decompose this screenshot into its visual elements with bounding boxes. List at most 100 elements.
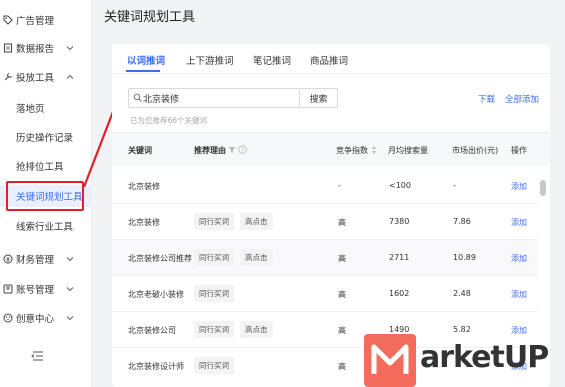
sidebar: 广告管理 数据报告 投放工具 落地页 历史操作记录 抢排位工具 关键词规划工具 … [0,0,92,387]
sidebar-item-label: 抢排位工具 [16,162,64,173]
add-keyword-button[interactable]: 添加 [511,217,527,228]
keyword-cell: 北京老破小装修 [128,290,184,299]
monthly-search-cell: <100 [389,181,411,190]
sidebar-item-history[interactable]: 历史操作记录 [0,126,92,148]
tab-upstream-downstream[interactable]: 上下游推词 [186,53,234,67]
keyword-cell: 北京装修 [128,218,160,227]
competition-cell: 高 [338,290,346,299]
highlight-box [6,181,84,211]
reason-tag: 高点击 [240,321,273,338]
add-keyword-button[interactable]: 添加 [511,253,527,264]
table-row: 北京装修 同行买词 高点击 高 7380 7.86 添加 [112,204,538,240]
sidebar-item-label: 账号管理 [16,285,55,296]
tag-icon [3,15,13,25]
account-icon [3,284,13,294]
monthly-search-cell: 1490 [389,325,410,334]
reason-tag: 同行买词 [194,213,234,230]
active-tab-indicator [126,70,160,72]
sidebar-item-creative[interactable]: 创意中心 [0,307,92,329]
keyword-cell: 北京装修公司 [128,326,176,335]
sidebar-item-label: 投放工具 [16,73,55,84]
reason-tag: 同行买词 [194,357,234,374]
tab-products[interactable]: 商品推词 [310,53,348,67]
creative-icon [3,313,13,323]
table-header: 关键词 推荐理由 ? 竞争指数 月均搜索量 市场出价(元) 操作 [112,132,550,166]
sidebar-item-label: 历史操作记录 [16,133,74,144]
chevron-up-icon [66,73,74,81]
sidebar-item-label: 数据报告 [16,44,55,55]
filter-icon[interactable] [228,146,236,154]
collapse-menu-icon[interactable] [30,350,44,362]
report-icon [3,43,13,53]
header-competition: 竞争指数 [336,146,368,155]
sidebar-item-rank-tool[interactable]: 抢排位工具 [0,155,92,177]
sidebar-item-label: 广告管理 [16,16,55,27]
sidebar-item-delivery-tools[interactable]: 投放工具 [0,66,92,88]
search-input[interactable] [143,90,293,106]
competition-cell: - [338,181,341,190]
table-row: 北京装修公司推荐 同行买词 高点击 高 2711 10.89 添加 [112,240,538,276]
recommend-count-hint: 已为您推荐66个关键词 [130,116,208,125]
market-bid-cell: 7.86 [453,217,471,226]
market-bid-cell: 2.48 [453,289,471,298]
help-icon[interactable]: ? [238,145,247,154]
sidebar-item-label: 创意中心 [16,314,55,325]
sidebar-item-label: 线索行业工具 [16,222,74,233]
tab-notes[interactable]: 笔记推词 [253,53,291,67]
sidebar-item-lead-industry-tool[interactable]: 线索行业工具 [0,215,92,237]
reason-tag: 同行买词 [194,249,234,266]
search-button[interactable]: 搜索 [300,88,338,108]
page-title: 关键词规划工具 [104,10,196,25]
sidebar-item-data-report[interactable]: 数据报告 [0,37,92,59]
reason-tag: 高点击 [240,213,273,230]
brand-logo-icon [364,334,416,387]
scroll-thumb[interactable] [540,180,546,196]
competition-cell: 高 [338,254,346,263]
chevron-down-icon [66,44,74,52]
watermark: arketUP [364,334,565,387]
table-row: 北京老破小装修 同行买词 高 1602 2.48 添加 [112,276,538,312]
add-all-link[interactable]: 全部添加 [505,93,539,105]
svg-text:?: ? [241,147,244,154]
keyword-cell: 北京装修设计师 [128,362,184,371]
sidebar-item-ad-management[interactable]: 广告管理 [0,9,92,31]
watermark-text: arketUP [420,340,549,375]
competition-cell: 高 [338,362,346,371]
header-reason: 推荐理由 [194,146,226,155]
chevron-down-icon [66,285,74,293]
monthly-search-cell: 1602 [389,289,410,298]
sidebar-item-label: 财务管理 [16,255,55,266]
finance-icon [3,254,13,264]
header-operation: 操作 [511,146,527,155]
reason-tag: 同行买词 [194,321,234,338]
sort-icon[interactable] [371,145,377,155]
download-link[interactable]: 下载 [478,93,495,105]
header-keyword: 关键词 [128,146,152,155]
table-row: 北京装修 - <100 - 添加 [112,168,538,204]
search-field[interactable] [128,88,300,108]
competition-cell: 高 [338,218,346,227]
keyword-cell: 北京装修 [128,182,160,191]
market-bid-cell: 5.82 [453,325,471,334]
reason-tag: 同行买词 [194,285,234,302]
tabs-divider [112,73,550,74]
chevron-down-icon [66,314,74,322]
monthly-search-cell: 7380 [389,217,410,226]
add-keyword-button[interactable]: 添加 [511,181,527,192]
search-icon [133,93,143,103]
competition-cell: 高 [338,326,346,335]
sidebar-item-label: 落地页 [16,104,45,115]
reason-tag: 高点击 [240,249,273,266]
keyword-cell: 北京装修公司推荐 [128,254,192,263]
header-market-bid: 市场出价(元) [452,146,499,155]
chevron-down-icon [66,255,74,263]
add-keyword-button[interactable]: 添加 [511,289,527,300]
tab-word-to-word[interactable]: 以词推词 [127,53,165,67]
market-bid-cell: - [453,181,456,190]
monthly-search-cell: 2711 [389,253,410,262]
sidebar-item-finance[interactable]: 财务管理 [0,248,92,270]
sidebar-item-account[interactable]: 账号管理 [0,278,92,300]
header-monthly-search: 月均搜索量 [388,146,428,155]
sidebar-item-landing-page[interactable]: 落地页 [0,97,92,119]
tools-icon [3,72,13,82]
